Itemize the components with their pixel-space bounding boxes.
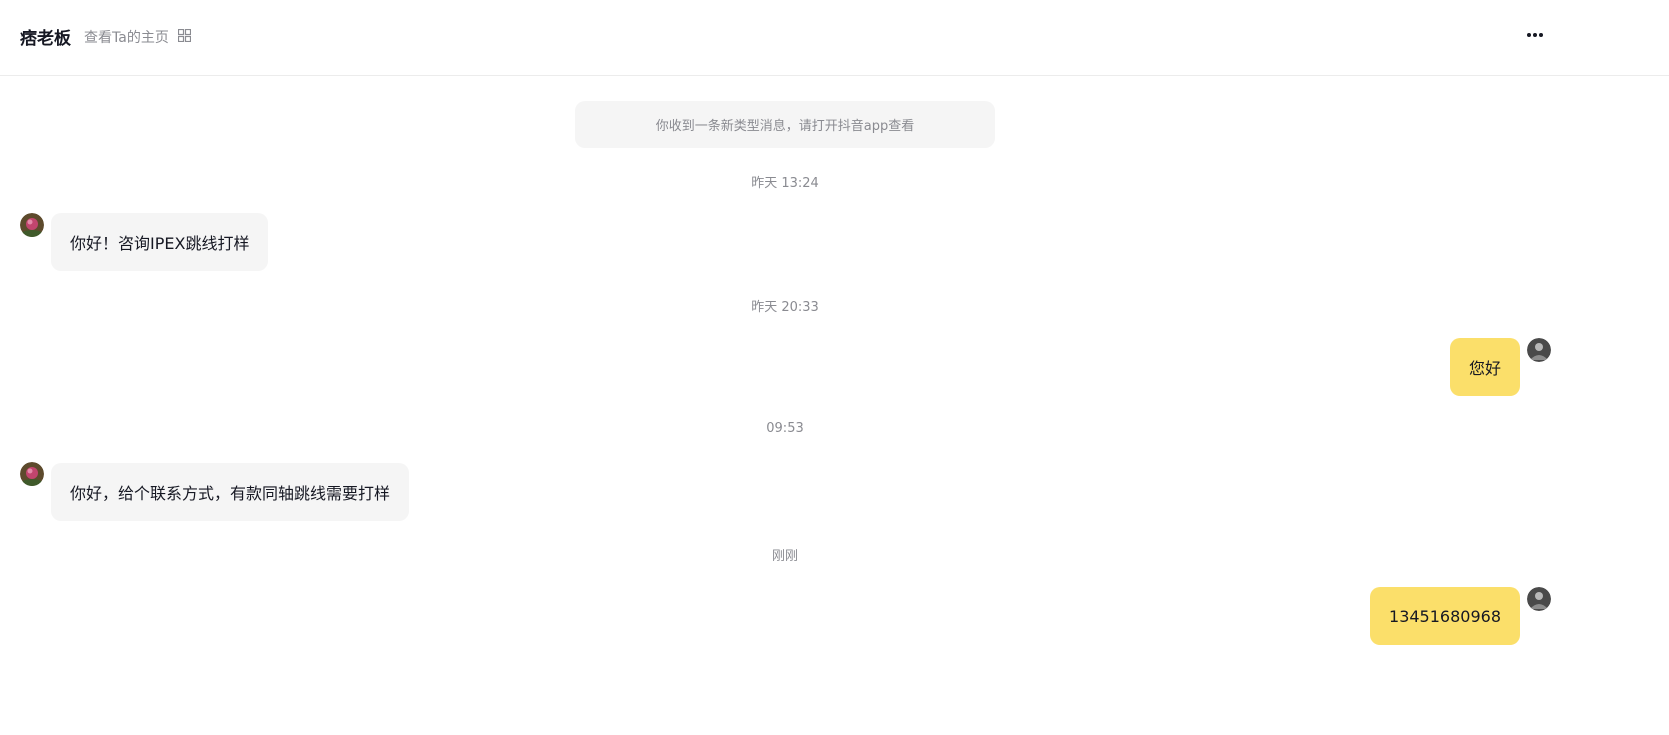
system-notice: 你收到一条新类型消息，请打开抖音app查看	[575, 101, 995, 148]
contact-avatar[interactable]	[20, 213, 44, 237]
message-bubble-incoming: 你好！咨询IPEX跳线打样	[51, 213, 269, 271]
qr-code-icon[interactable]	[178, 29, 191, 42]
timestamp: 昨天 20:33	[751, 300, 819, 315]
timestamp: 刚刚	[771, 549, 798, 564]
message-bubble-outgoing: 您好	[1449, 338, 1520, 396]
contact-name: 痞老板	[20, 29, 71, 49]
chat-header: 痞老板 查看Ta的主页	[0, 0, 1669, 76]
timestamp: 09:53	[766, 421, 804, 436]
view-profile-link[interactable]: 查看Ta的主页	[84, 27, 169, 47]
my-avatar[interactable]	[1527, 587, 1551, 611]
more-options-icon[interactable]	[1524, 27, 1546, 43]
timestamp: 昨天 13:24	[751, 176, 819, 191]
contact-avatar[interactable]	[20, 462, 44, 486]
message-bubble-incoming: 你好，给个联系方式，有款同轴跳线需要打样	[51, 463, 410, 521]
message-bubble-outgoing: 13451680968	[1370, 587, 1520, 645]
my-avatar[interactable]	[1527, 338, 1551, 362]
